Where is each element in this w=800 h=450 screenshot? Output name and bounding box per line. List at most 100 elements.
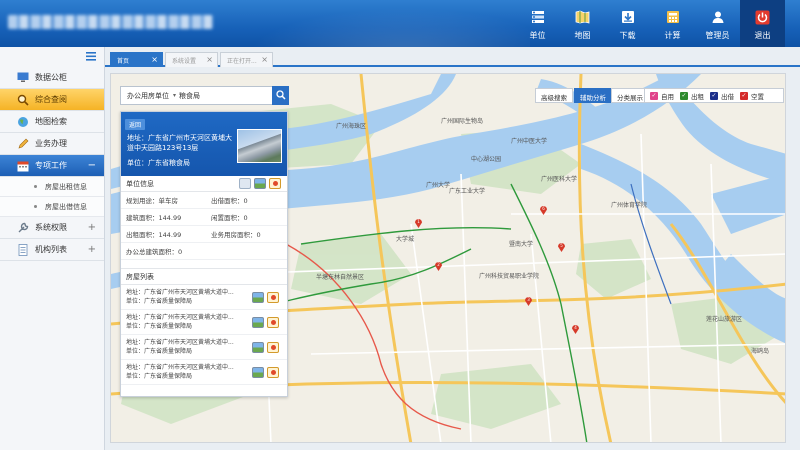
list-item[interactable]: 地址：广东省广州市天河区黄埔大道中... 单位：广东省质量保障局 bbox=[121, 310, 287, 335]
checkbox[interactable]: ✓ bbox=[710, 91, 718, 100]
search-type-select[interactable]: 办公用房单位 ▾ bbox=[121, 91, 179, 101]
sidebar-item-query[interactable]: 综合查阅 bbox=[0, 89, 104, 111]
map-label: 广州医科大学 bbox=[541, 176, 578, 183]
document-icon bbox=[17, 243, 29, 256]
monitor-icon bbox=[17, 72, 29, 84]
admin-icon bbox=[710, 9, 726, 25]
stamp-icon[interactable] bbox=[267, 367, 279, 378]
unit-info-panel: 返回 地址：广东省广州市天河区黄埔大道中天园路123号13层 单位：广东省粮食局… bbox=[120, 111, 288, 397]
svg-text:3: 3 bbox=[527, 297, 530, 302]
legend-vacant[interactable]: ✓ 空置 bbox=[740, 91, 764, 101]
tab-bar: 首页 × 系统设置 × 正在打开... × bbox=[105, 47, 800, 67]
stamp-icon[interactable] bbox=[269, 178, 281, 189]
map-label: 暨南大学 bbox=[509, 241, 534, 248]
sidebar-item-data[interactable]: 数据公柜 bbox=[0, 67, 104, 89]
map-pin[interactable]: 6 bbox=[539, 204, 548, 215]
calculator-icon bbox=[665, 9, 681, 25]
close-icon[interactable]: × bbox=[151, 55, 158, 64]
header-bar: 单位 地图 下载 计算 管理员 退出 bbox=[0, 0, 800, 47]
search-icon bbox=[17, 94, 29, 106]
svg-text:6: 6 bbox=[542, 206, 545, 211]
checkbox[interactable]: ✓ bbox=[740, 91, 748, 100]
back-button[interactable]: 返回 bbox=[125, 119, 146, 130]
image-icon[interactable] bbox=[252, 317, 264, 328]
svg-text:1: 1 bbox=[417, 219, 420, 224]
sidebar-item-business[interactable]: 业务办理 bbox=[0, 133, 104, 155]
house-list-title: 房屋列表 bbox=[121, 268, 287, 285]
building-photo[interactable] bbox=[237, 129, 282, 163]
search-bar: 办公用房单位 ▾ bbox=[120, 86, 286, 105]
map-label: 中心湖公园 bbox=[471, 156, 502, 163]
panel-header: 返回 地址：广东省广州市天河区黄埔大道中天园路123号13层 单位：广东省粮食局 bbox=[121, 112, 287, 176]
legend-rent[interactable]: ✓ 出租 bbox=[680, 91, 704, 101]
sidebar-item-special[interactable]: 专项工作 − bbox=[0, 155, 104, 177]
document-icon[interactable] bbox=[239, 178, 251, 189]
map-label: 广州大学 bbox=[426, 182, 451, 189]
expand-toggle[interactable]: + bbox=[88, 244, 96, 255]
stamp-icon[interactable] bbox=[267, 292, 279, 303]
map-label: 广州体育学院 bbox=[611, 202, 648, 209]
list-item[interactable]: 地址：广东省广州市天河区黄埔大道中... 单位：广东省质量保障局 bbox=[121, 285, 287, 310]
tab-opening[interactable]: 正在打开... × bbox=[220, 52, 273, 67]
menu-toggle-icon[interactable] bbox=[86, 52, 96, 61]
legend: ✓ 自用 ✓ 出租 ✓ 出借 ✓ 空置 bbox=[644, 88, 784, 103]
list-item[interactable]: 地址：广东省广州市天河区黄埔大道中... 单位：广东省质量保障局 bbox=[121, 360, 287, 385]
map-label: 广州科技贸易职业学院 bbox=[479, 273, 540, 280]
checkbox[interactable]: ✓ bbox=[650, 91, 658, 100]
sidebar-subitem-rent[interactable]: 房屋出租信息 bbox=[0, 177, 104, 197]
expand-toggle[interactable]: + bbox=[88, 222, 96, 233]
map-pin[interactable]: 1 bbox=[414, 217, 423, 228]
collapse-toggle[interactable]: − bbox=[88, 160, 96, 171]
nav-calculate[interactable]: 计算 bbox=[650, 0, 695, 47]
search-button[interactable] bbox=[272, 86, 289, 105]
image-icon[interactable] bbox=[252, 342, 264, 353]
stamp-icon[interactable] bbox=[267, 317, 279, 328]
top-nav: 单位 地图 下载 计算 管理员 退出 bbox=[515, 0, 785, 47]
tab-home[interactable]: 首页 × bbox=[110, 52, 163, 67]
map-pin[interactable]: 3 bbox=[524, 295, 533, 306]
map-pin[interactable]: 5 bbox=[557, 241, 566, 252]
unit-address: 地址：广东省广州市天河区黄埔大道中天园路123号13层 bbox=[127, 134, 232, 152]
image-icon[interactable] bbox=[252, 292, 264, 303]
unit-name: 单位：广东省粮食局 bbox=[127, 159, 190, 167]
map-label: 大学城 bbox=[396, 236, 415, 243]
image-icon[interactable] bbox=[254, 178, 266, 189]
assist-analysis-button[interactable]: 辅助分析 bbox=[574, 88, 612, 103]
map-label: 半塘东林自然景区 bbox=[316, 274, 365, 281]
image-icon[interactable] bbox=[252, 367, 264, 378]
info-row: 办公总建筑面积：0 bbox=[121, 243, 287, 260]
close-icon[interactable]: × bbox=[206, 55, 213, 64]
wrench-icon bbox=[17, 222, 29, 234]
sidebar-item-map-search[interactable]: 地图检索 bbox=[0, 111, 104, 133]
power-icon bbox=[755, 9, 771, 25]
sidebar-subitem-lend[interactable]: 房屋出借信息 bbox=[0, 197, 104, 217]
map-pin[interactable]: 2 bbox=[434, 260, 443, 271]
download-icon bbox=[620, 9, 636, 25]
advanced-search-button[interactable]: 高级搜索 bbox=[535, 88, 573, 103]
info-row: 规划用途：单车房 出借面积：0 bbox=[121, 192, 287, 209]
nav-admin[interactable]: 管理员 bbox=[695, 0, 740, 47]
nav-logout[interactable]: 退出 bbox=[740, 0, 785, 47]
svg-text:4: 4 bbox=[574, 325, 577, 330]
unit-icon bbox=[530, 9, 546, 25]
map-label: 广州国际生物岛 bbox=[441, 118, 484, 125]
info-row: 出租面积：144.99 业务用房面积：0 bbox=[121, 226, 287, 243]
sidebar-item-permissions[interactable]: 系统权限 + bbox=[0, 217, 104, 239]
checkbox[interactable]: ✓ bbox=[680, 91, 688, 100]
legend-self-use[interactable]: ✓ 自用 bbox=[650, 91, 674, 101]
map-label: 广州中医大学 bbox=[511, 138, 548, 145]
sidebar: 数据公柜 综合查阅 地图检索 业务办理 专项工作 − 房屋出租信息 房屋出借信息… bbox=[0, 47, 105, 450]
tab-system-settings[interactable]: 系统设置 × bbox=[165, 52, 218, 67]
list-item[interactable]: 地址：广东省广州市天河区黄埔大道中... 单位：广东省质量保障局 bbox=[121, 335, 287, 360]
nav-unit[interactable]: 单位 bbox=[515, 0, 560, 47]
nav-map[interactable]: 地图 bbox=[560, 0, 605, 47]
map-pin[interactable]: 4 bbox=[571, 323, 580, 334]
sidebar-item-org-list[interactable]: 机构列表 + bbox=[0, 239, 104, 261]
close-icon[interactable]: × bbox=[261, 55, 268, 64]
legend-lend[interactable]: ✓ 出借 bbox=[710, 91, 734, 101]
nav-download[interactable]: 下载 bbox=[605, 0, 650, 47]
stamp-icon[interactable] bbox=[267, 342, 279, 353]
map-icon bbox=[575, 9, 591, 25]
search-input[interactable] bbox=[179, 91, 269, 100]
map-view[interactable]: 广州海珠区 广州国际生物岛 中心湖公园 广州中医大学 广东工业大学 广州大学 广… bbox=[110, 73, 786, 443]
